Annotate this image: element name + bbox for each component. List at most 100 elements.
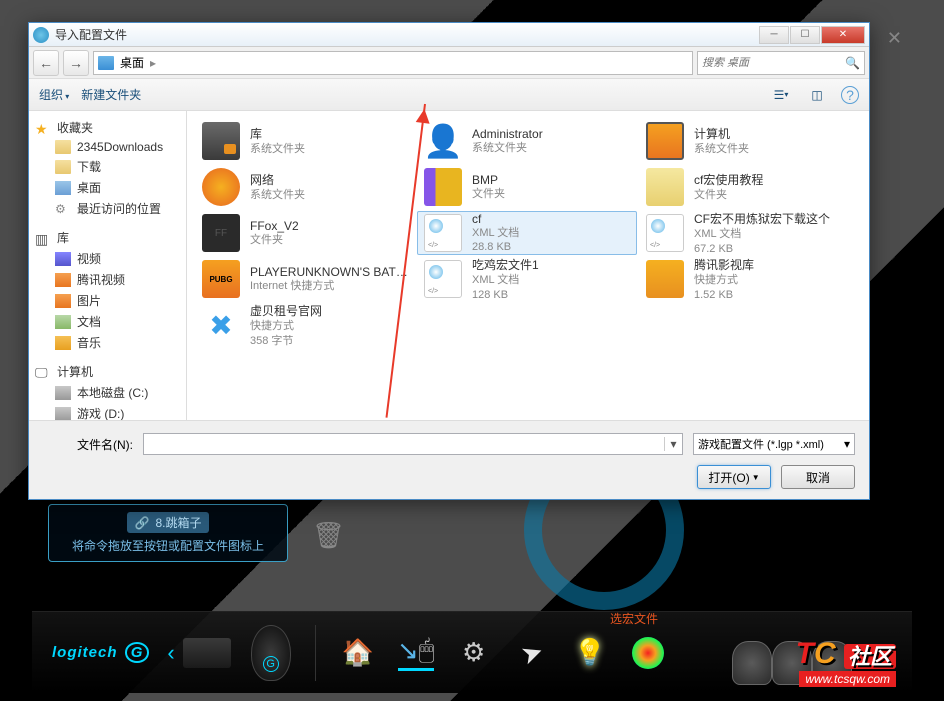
lighting-icon[interactable]: 💡: [572, 635, 608, 671]
close-button[interactable]: ✕: [821, 26, 865, 44]
tree-label: 音乐: [77, 334, 101, 351]
filetype-select[interactable]: 游戏配置文件 (*.lgp *.xml)▾: [693, 433, 855, 455]
xml-icon: [424, 260, 462, 298]
comp-icon: [646, 122, 684, 160]
file-grid[interactable]: 库系统文件夹👤 Administrator 系统文件夹计算机系统文件夹网络系统文件夹…: [187, 111, 869, 420]
tree-label: 图片: [77, 292, 101, 309]
file-meta: XML 文档: [694, 227, 852, 241]
tree-drive-d[interactable]: 游戏 (D:): [29, 403, 186, 420]
user-icon: 👤: [424, 122, 462, 160]
view-options-button[interactable]: ☰: [769, 85, 793, 105]
help-button[interactable]: ?: [841, 86, 859, 104]
keyboard-device-icon[interactable]: [183, 638, 231, 668]
file-size: 67.2 KB: [694, 242, 852, 256]
organize-menu[interactable]: 组织: [39, 86, 69, 103]
dialog-icon: [33, 27, 49, 43]
tree-drive-c[interactable]: 本地磁盘 (C:): [29, 382, 186, 403]
filename-label: 文件名(N):: [43, 436, 133, 453]
file-item[interactable]: 吃鸡宏文件1XML 文档128 KB: [417, 257, 637, 301]
file-item[interactable]: cf宏使用教程文件夹: [639, 165, 859, 209]
open-button[interactable]: 打开(O)▼: [697, 465, 771, 489]
tree-music[interactable]: 音乐: [29, 332, 186, 353]
search-input[interactable]: [702, 57, 845, 69]
file-item[interactable]: 👤Administrator系统文件夹: [417, 119, 637, 163]
search-box[interactable]: 🔍: [697, 51, 865, 75]
tree-downloads[interactable]: 2345Downloads: [29, 138, 186, 156]
settings-icon[interactable]: ⚙: [456, 635, 492, 671]
tree-favorites[interactable]: ★收藏夹: [29, 117, 186, 138]
new-folder-button[interactable]: 新建文件夹: [81, 86, 141, 103]
tree-label: 库: [57, 229, 69, 246]
cursor-icon[interactable]: ➤: [509, 629, 555, 675]
home-icon[interactable]: 🏠: [340, 635, 376, 671]
xml-icon: [646, 214, 684, 252]
tree-videos[interactable]: 视频: [29, 248, 186, 269]
tree-tencent-video[interactable]: 腾讯视频: [29, 269, 186, 290]
file-item[interactable]: PUBGPLAYERUNKNOWN'S BATTLEGROUNDSInterne…: [195, 257, 415, 301]
app-close-icon[interactable]: ✕: [887, 28, 902, 49]
music-icon: [55, 336, 71, 350]
nav-tree: ★收藏夹 2345Downloads 下载 桌面 ⚙最近访问的位置 ▥库 视频 …: [29, 111, 187, 420]
chevron-down-icon[interactable]: ▾: [664, 437, 682, 451]
file-name: Administrator: [472, 127, 630, 141]
preview-pane-button[interactable]: ◫: [805, 85, 829, 105]
documents-icon: [55, 315, 71, 329]
cancel-button[interactable]: 取消: [781, 465, 855, 489]
filetype-text: 游戏配置文件 (*.lgp *.xml): [698, 436, 844, 452]
macro-chip[interactable]: 🔗 8.跳箱子: [127, 512, 210, 533]
tree-computer[interactable]: 🖵计算机: [29, 361, 186, 382]
tree-recent[interactable]: ⚙最近访问的位置: [29, 198, 186, 219]
filename-input[interactable]: ▾: [143, 433, 683, 455]
file-item[interactable]: 计算机系统文件夹: [639, 119, 859, 163]
file-item[interactable]: ✖虚贝租号官网快捷方式358 字节: [195, 303, 415, 347]
file-name: PLAYERUNKNOWN'S BATTLEGROUNDS: [250, 265, 408, 279]
minimize-button[interactable]: ─: [759, 26, 789, 44]
tree-libraries[interactable]: ▥库: [29, 227, 186, 248]
chevron-down-icon[interactable]: ▾: [844, 437, 850, 451]
dock-collapse-icon[interactable]: ‹: [167, 640, 174, 666]
dialog-title: 导入配置文件: [55, 26, 758, 43]
pictures-icon: [55, 294, 71, 308]
file-item[interactable]: 腾讯影视库快捷方式1.52 KB: [639, 257, 859, 301]
file-item[interactable]: 库系统文件夹: [195, 119, 415, 163]
address-text: 桌面: [120, 54, 144, 71]
file-open-dialog: 导入配置文件 ─ ☐ ✕ ← → 桌面 ▸ 🔍 组织 新建文件夹 ☰ ◫ ? ★…: [28, 22, 870, 500]
tree-label: 最近访问的位置: [77, 200, 161, 217]
file-item[interactable]: cfXML 文档28.8 KB: [417, 211, 637, 255]
tree-pictures[interactable]: 图片: [29, 290, 186, 311]
nav-bar: ← → 桌面 ▸ 🔍: [29, 47, 869, 79]
desktop-icon: [98, 56, 114, 70]
macro-file-label: 选宏文件: [610, 610, 658, 627]
search-icon[interactable]: 🔍: [845, 56, 860, 70]
pointer-settings-icon[interactable]: ↘🖱: [398, 635, 434, 671]
folder-icon: [55, 160, 71, 174]
tree-label: 腾讯视频: [77, 271, 125, 288]
net-icon: [202, 168, 240, 206]
tree-download[interactable]: 下载: [29, 156, 186, 177]
tree-label: 游戏 (D:): [77, 405, 124, 420]
file-item[interactable]: BMP文件夹: [417, 165, 637, 209]
file-meta: 系统文件夹: [694, 142, 852, 156]
heatmap-icon[interactable]: [630, 635, 666, 671]
breadcrumb-arrow-icon[interactable]: ▸: [150, 56, 156, 70]
file-name: 虚贝租号官网: [250, 302, 408, 319]
maximize-button[interactable]: ☐: [790, 26, 820, 44]
file-size: 358 字节: [250, 334, 408, 348]
mouse-device-icon[interactable]: [251, 625, 291, 681]
folder-icon: [646, 168, 684, 206]
drive-icon: [55, 407, 71, 421]
back-button[interactable]: ←: [33, 50, 59, 76]
trash-icon[interactable]: 🗑: [312, 520, 345, 551]
tree-desktop[interactable]: 桌面: [29, 177, 186, 198]
file-name: 腾讯影视库: [694, 256, 852, 273]
forward-button[interactable]: →: [63, 50, 89, 76]
tree-documents[interactable]: 文档: [29, 311, 186, 332]
address-bar[interactable]: 桌面 ▸: [93, 51, 693, 75]
file-item[interactable]: CF宏不用炼狱宏下载这个XML 文档67.2 KB: [639, 211, 859, 255]
titlebar: 导入配置文件 ─ ☐ ✕: [29, 23, 869, 47]
file-item[interactable]: FFFFox_V2文件夹: [195, 211, 415, 255]
file-meta: 文件夹: [250, 233, 408, 247]
file-item[interactable]: 网络系统文件夹: [195, 165, 415, 209]
dock: logitech G ‹ 🏠 ↘🖱 ⚙ ➤ 💡 选宏文件: [32, 611, 912, 693]
file-size: 128 KB: [472, 288, 630, 302]
